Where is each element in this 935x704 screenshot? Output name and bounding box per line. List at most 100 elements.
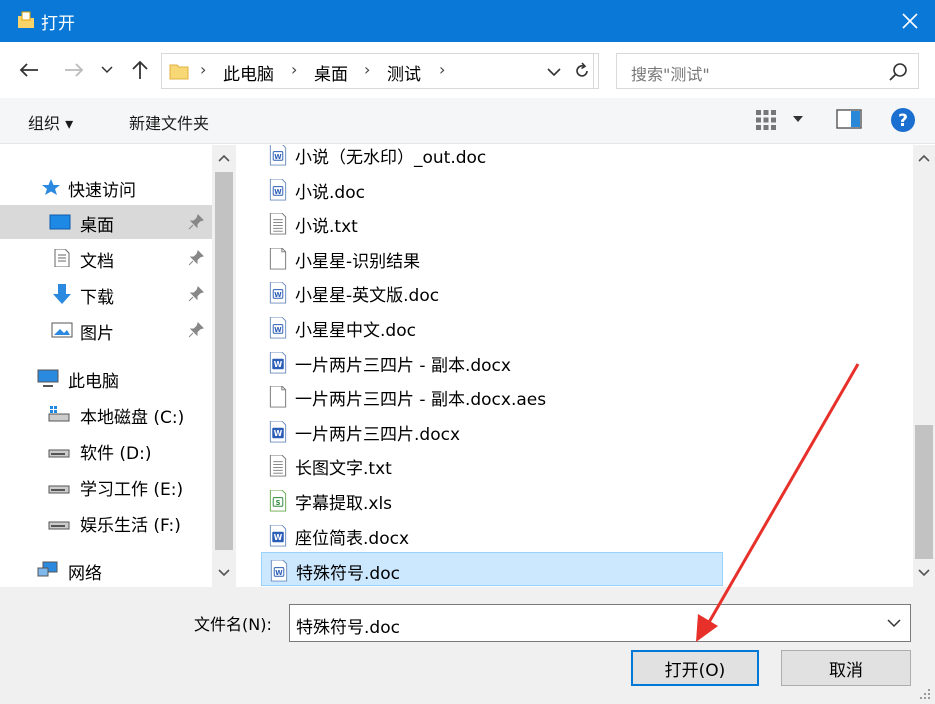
computer-icon	[37, 369, 59, 387]
nav-label: 文档	[80, 252, 114, 272]
file-name: 特殊符号.doc	[296, 564, 400, 585]
view-options-dropdown-icon[interactable]	[792, 115, 804, 123]
file-name: 小说.doc	[295, 182, 365, 203]
nav-this-pc[interactable]: 此电脑	[0, 361, 212, 395]
word-document-icon: W	[269, 524, 287, 547]
file-list: W 小说（无水印）_out.doc W 小说.doc 小说.txt 小星星-识别结果 W 小星…	[237, 145, 913, 587]
scroll-thumb[interactable]	[915, 425, 933, 559]
chevron-down-icon[interactable]	[884, 613, 904, 633]
address-bar[interactable]: › 此电脑 › 桌面 › 测试 ›	[161, 53, 594, 89]
close-icon	[902, 13, 918, 29]
file-row[interactable]: 小说.txt	[261, 206, 723, 240]
breadcrumb-test[interactable]: 测试	[387, 60, 421, 85]
nav-desktop[interactable]: 桌面	[0, 205, 212, 239]
nav-label: 快速访问	[68, 181, 136, 201]
refresh-icon	[575, 62, 588, 77]
filename-input[interactable]: 特殊符号.doc	[289, 604, 911, 642]
dialog-footer: 文件名(N): 特殊符号.doc 打开(O) 取消	[0, 587, 935, 704]
navigation-scrollbar[interactable]	[212, 145, 236, 587]
star-icon	[42, 179, 60, 195]
scroll-thumb[interactable]	[215, 172, 233, 550]
file-row[interactable]: 一片两片三四片 - 副本.docx.aes	[261, 379, 723, 413]
file-name: 长图文字.txt	[295, 459, 392, 480]
word-document-icon: W	[269, 351, 287, 374]
nav-drive-c[interactable]: 本地磁盘 (C:)	[0, 397, 212, 431]
forward-button[interactable]	[61, 56, 87, 84]
breadcrumb-separator: ›	[364, 60, 371, 79]
document-icon	[54, 249, 70, 267]
file-name: 座位简表.docx	[295, 528, 410, 549]
file-row[interactable]: W 一片两片三四片 - 副本.docx	[261, 345, 723, 379]
search-placeholder: 搜索"测试"	[631, 65, 710, 84]
pin-icon[interactable]	[188, 286, 204, 302]
help-icon[interactable]: ?	[890, 107, 916, 133]
scroll-up-button[interactable]	[914, 148, 934, 168]
file-row[interactable]: W 小说.doc	[261, 172, 723, 206]
nav-network[interactable]: 网络	[0, 553, 212, 587]
network-icon	[37, 561, 58, 577]
file-row[interactable]: W 一片两片三四片.docx	[261, 414, 723, 448]
word-document-icon: W	[269, 178, 287, 201]
pin-icon[interactable]	[188, 250, 204, 266]
preview-pane-icon[interactable]	[836, 109, 862, 129]
nav-label: 学习工作 (E:)	[80, 480, 184, 500]
breadcrumb-separator: ›	[291, 60, 298, 79]
breadcrumb-desktop[interactable]: 桌面	[314, 60, 348, 85]
close-button[interactable]	[885, 0, 935, 42]
file-name: 一片两片三四片 - 副本.docx	[295, 355, 511, 376]
svg-text:W: W	[274, 359, 283, 368]
file-row[interactable]: W 小星星-英文版.doc	[261, 275, 723, 309]
nav-drive-d[interactable]: 软件 (D:)	[0, 433, 212, 467]
file-row[interactable]: 小星星-识别结果	[261, 241, 723, 275]
back-button[interactable]	[16, 56, 42, 84]
file-row[interactable]: W 小星星中文.doc	[261, 310, 723, 344]
recent-locations-button[interactable]	[97, 56, 117, 84]
svg-text:S: S	[276, 499, 281, 507]
file-name: 小星星中文.doc	[295, 321, 416, 341]
search-box[interactable]: 搜索"测试"	[616, 53, 919, 89]
file-row[interactable]: S 字幕提取.xls	[261, 483, 723, 517]
nav-label: 下载	[80, 288, 114, 308]
address-dropdown-button[interactable]	[542, 60, 566, 84]
organize-button[interactable]: 组织 ▾	[28, 110, 73, 134]
command-bar: 组织 ▾ 新建文件夹 ?	[0, 98, 935, 144]
nav-quick-access[interactable]: 快速访问	[0, 170, 212, 204]
nav-drive-f[interactable]: 娱乐生活 (F:)	[0, 505, 212, 539]
scroll-up-button[interactable]	[214, 148, 234, 168]
search-icon	[889, 63, 907, 81]
refresh-button[interactable]	[565, 53, 599, 89]
nav-label: 网络	[68, 564, 102, 584]
pin-icon[interactable]	[188, 322, 204, 338]
nav-label: 图片	[80, 324, 114, 344]
up-button[interactable]	[127, 56, 153, 84]
arrow-up-icon	[132, 60, 148, 79]
chevron-down-icon	[218, 569, 230, 577]
nav-downloads[interactable]: 下载	[0, 277, 212, 311]
file-row[interactable]: W 特殊符号.doc	[261, 552, 723, 587]
download-icon	[53, 284, 71, 304]
file-name: 小说（无水印）_out.doc	[295, 148, 487, 168]
resize-grip-icon[interactable]	[919, 688, 931, 700]
nav-documents[interactable]: 文档	[0, 241, 212, 275]
file-row[interactable]: 长图文字.txt	[261, 448, 723, 482]
spreadsheet-file-icon: S	[269, 490, 287, 512]
file-row[interactable]: W 座位简表.docx	[261, 518, 723, 552]
pin-icon[interactable]	[188, 214, 204, 230]
cancel-button[interactable]: 取消	[781, 650, 911, 686]
scroll-down-button[interactable]	[914, 563, 934, 583]
generic-file-icon	[269, 386, 287, 408]
breadcrumb-this-pc[interactable]: 此电脑	[223, 60, 274, 85]
scroll-down-button[interactable]	[214, 563, 234, 583]
file-row[interactable]: W 小说（无水印）_out.doc	[261, 145, 723, 171]
new-folder-button[interactable]: 新建文件夹	[129, 110, 209, 134]
open-button[interactable]: 打开(O)	[631, 650, 759, 686]
nav-label: 软件 (D:)	[80, 444, 152, 464]
word-document-icon: W	[269, 317, 287, 339]
view-grid-icon[interactable]	[754, 108, 778, 132]
nav-drive-e[interactable]: 学习工作 (E:)	[0, 469, 212, 503]
address-row: › 此电脑 › 桌面 › 测试 › 搜索"测试"	[0, 42, 935, 98]
file-list-scrollbar[interactable]	[913, 145, 935, 587]
folder-icon	[169, 64, 189, 80]
title-bar: 打开	[0, 0, 935, 42]
nav-pictures[interactable]: 图片	[0, 313, 212, 347]
